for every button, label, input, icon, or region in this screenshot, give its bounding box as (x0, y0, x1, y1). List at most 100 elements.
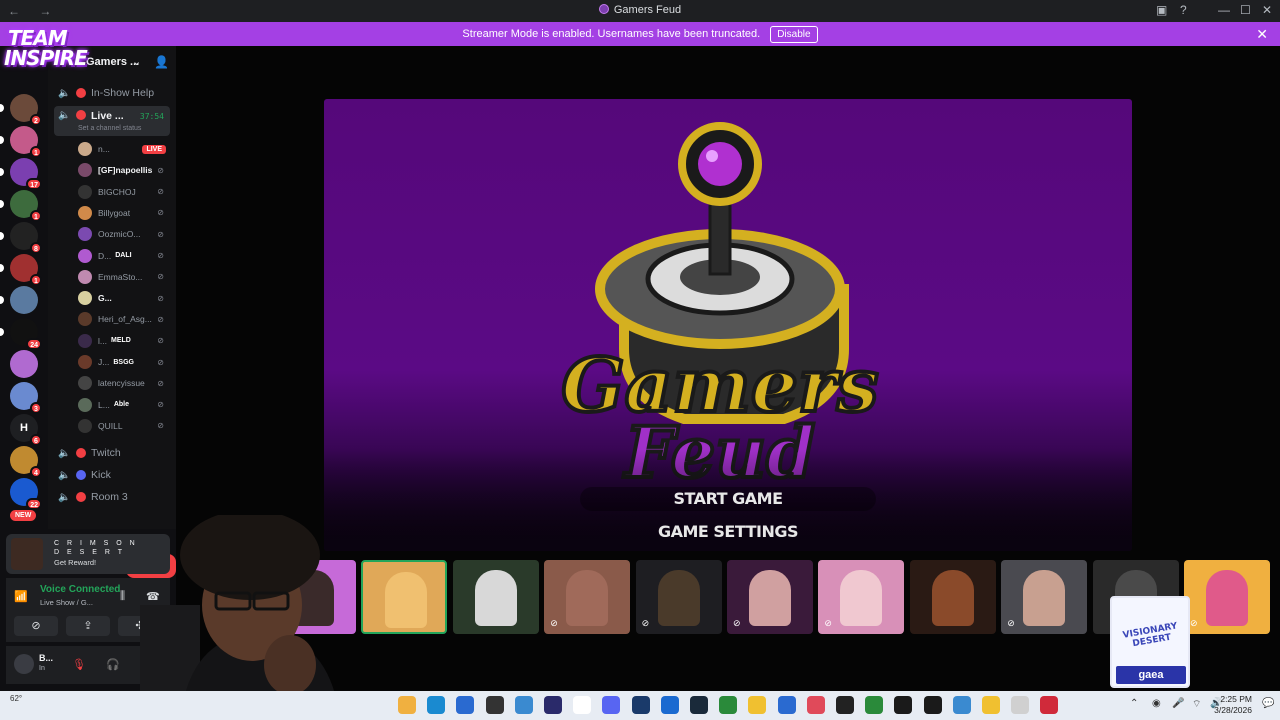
voice-channel[interactable]: 🔈 Twitch (54, 443, 170, 463)
participant-tile[interactable]: ⊘ (818, 560, 905, 634)
voice-user[interactable]: QUILL ⊘ (78, 417, 170, 435)
headphones-icon[interactable]: 🎧 (106, 658, 120, 671)
taskbar-app-icon[interactable] (1011, 696, 1030, 714)
chevron-down-icon[interactable]: ⌄ (132, 55, 141, 68)
server-icon[interactable]: 1 (0, 126, 42, 158)
server-icon[interactable]: H6 (10, 414, 42, 446)
signal-icon[interactable]: 📶 (14, 590, 28, 603)
taskbar-app-icon[interactable] (806, 696, 825, 714)
server-icon[interactable]: 4 (10, 446, 42, 478)
disable-streamer-mode-button[interactable]: Disable (770, 25, 818, 43)
voice-channel[interactable]: 🔈 Room 3 (54, 487, 170, 507)
game-screen[interactable]: Gamers Feud START GAME GAME SETTINGS (324, 99, 1132, 551)
add-user-icon[interactable]: 👤 (154, 55, 169, 69)
microphone-icon[interactable]: 🎤 (1172, 698, 1184, 709)
taskbar-app-icon[interactable] (1040, 696, 1059, 714)
voice-channel[interactable]: 🔈 Live ... 37:54 Set a channel status (54, 106, 170, 136)
voice-user[interactable]: n... LIVE (78, 140, 170, 158)
voice-user[interactable]: l... MELD ⊘ (78, 332, 170, 350)
taskbar-app-icon[interactable] (631, 696, 650, 714)
game-settings-button[interactable]: GAME SETTINGS (324, 522, 1132, 541)
taskbar-app-icon[interactable] (660, 696, 679, 714)
taskbar-app-icon[interactable] (485, 696, 504, 714)
server-icon[interactable]: 8 (0, 222, 42, 254)
voice-user[interactable]: Heri_of_Asg... ⊘ (78, 310, 170, 328)
taskbar-app-icon[interactable] (894, 696, 913, 714)
channel-status[interactable]: Set a channel status (78, 125, 141, 132)
windows-taskbar: 62° ⌃ ◉ 🎤 ⌔ 🔊 2:25 PM 3/28/2026 💬 (0, 691, 1280, 720)
voice-user[interactable]: G... ⊘ (78, 289, 170, 307)
mic-muted-icon[interactable]: 🎙 (72, 658, 86, 671)
maximize-button[interactable]: ☐ (1240, 3, 1251, 17)
participant-tile[interactable] (909, 560, 996, 634)
voice-user[interactable]: L... Able ⊘ (78, 396, 170, 414)
close-banner-icon[interactable]: ✕ (1256, 26, 1268, 43)
voice-channel[interactable]: 🔈 In-Show Help (54, 83, 170, 103)
taskbar-app-icon[interactable] (398, 696, 416, 714)
taskbar-app-icon[interactable] (923, 696, 942, 714)
taskbar-app-icon[interactable] (952, 696, 971, 714)
voice-user[interactable]: BIGCHOJ ⊘ (78, 183, 170, 201)
voice-user[interactable]: EmmaSto... ⊘ (78, 268, 170, 286)
participant-tile[interactable]: ⊘ (544, 560, 631, 634)
taskbar-app-icon[interactable] (544, 696, 562, 714)
screen-share-button[interactable]: ⇪ (66, 616, 110, 636)
voice-user[interactable]: D... DALI ⊘ (78, 247, 170, 265)
notification-icon[interactable]: 💬 (1262, 698, 1274, 709)
server-icon[interactable]: 1 (0, 254, 42, 286)
taskbar-app-icon[interactable] (573, 696, 592, 714)
server-icon[interactable] (10, 350, 38, 378)
participant-tile[interactable]: ⊘ (635, 560, 722, 634)
server-icon[interactable]: 17 (0, 158, 42, 190)
server-badge: 1 (30, 210, 42, 222)
inbox-icon[interactable]: ▣ (1156, 3, 1167, 17)
voice-channel[interactable]: 🔈 Kick (54, 465, 170, 485)
voice-user[interactable]: [GF]napoellis ⊘ (78, 161, 170, 179)
taskbar-app-icon[interactable] (719, 696, 738, 714)
camera-off-button[interactable]: ⊘ (14, 616, 58, 636)
weather-widget[interactable]: 62° (10, 694, 22, 703)
taskbar-app-icon[interactable] (982, 696, 1000, 714)
participant-tile[interactable]: ⊘ (1184, 560, 1270, 634)
taskbar-app-icon[interactable] (865, 696, 884, 714)
taskbar-app-icon[interactable] (427, 696, 446, 714)
chevron-up-icon[interactable]: ⌃ (1130, 698, 1138, 709)
get-reward-link[interactable]: Get Reward! (54, 558, 96, 567)
server-icon[interactable]: 22 (10, 478, 42, 510)
participant-tile[interactable]: ⊘ (1001, 560, 1088, 634)
avatar (78, 291, 92, 306)
taskbar-app-icon[interactable] (514, 696, 533, 714)
clock[interactable]: 2:25 PM 3/28/2026 (1214, 694, 1252, 716)
deafened-icon: ⊘ (157, 251, 164, 260)
new-badge[interactable]: NEW (10, 510, 37, 521)
user-name: EmmaSto... (98, 271, 143, 282)
taskbar-app-icon[interactable] (836, 696, 854, 714)
start-game-button[interactable]: START GAME (324, 489, 1132, 508)
voice-user[interactable]: latencyissue ⊘ (78, 374, 170, 392)
noise-suppression-icon[interactable]: ⫼ (120, 590, 125, 603)
sticker-brand: gaea (1116, 666, 1186, 684)
server-icon[interactable] (0, 286, 38, 314)
participant-tile[interactable] (452, 560, 539, 634)
taskbar-app-icon[interactable] (456, 696, 475, 714)
voice-user[interactable]: OozmicO... ⊘ (78, 225, 170, 243)
voice-location[interactable]: Live Show / G... (40, 598, 93, 607)
taskbar-app-icon[interactable] (748, 696, 767, 714)
minimize-button[interactable]: — (1218, 3, 1230, 17)
taskbar-app-icon[interactable] (602, 696, 621, 714)
participant-tile[interactable]: ⊘ (727, 560, 813, 634)
voice-user[interactable]: J... BSGG ⊘ (78, 353, 170, 371)
help-icon[interactable]: ? (1180, 3, 1187, 17)
close-window-button[interactable]: ✕ (1262, 3, 1272, 17)
server-icon[interactable]: 1 (0, 190, 42, 222)
wifi-icon[interactable]: ⌔ (1192, 698, 1201, 711)
server-icon[interactable]: 2 (0, 94, 42, 126)
server-icon[interactable]: 3 (10, 382, 42, 414)
server-icon[interactable]: 24 (0, 318, 42, 350)
taskbar-app-icon[interactable] (690, 696, 708, 714)
taskbar-app-icon[interactable] (777, 696, 796, 714)
avatar[interactable] (14, 654, 34, 674)
joystick-logo: Gamers Feud (324, 122, 1132, 551)
network-icon[interactable]: ◉ (1152, 698, 1161, 709)
voice-user[interactable]: Billygoat ⊘ (78, 204, 170, 222)
